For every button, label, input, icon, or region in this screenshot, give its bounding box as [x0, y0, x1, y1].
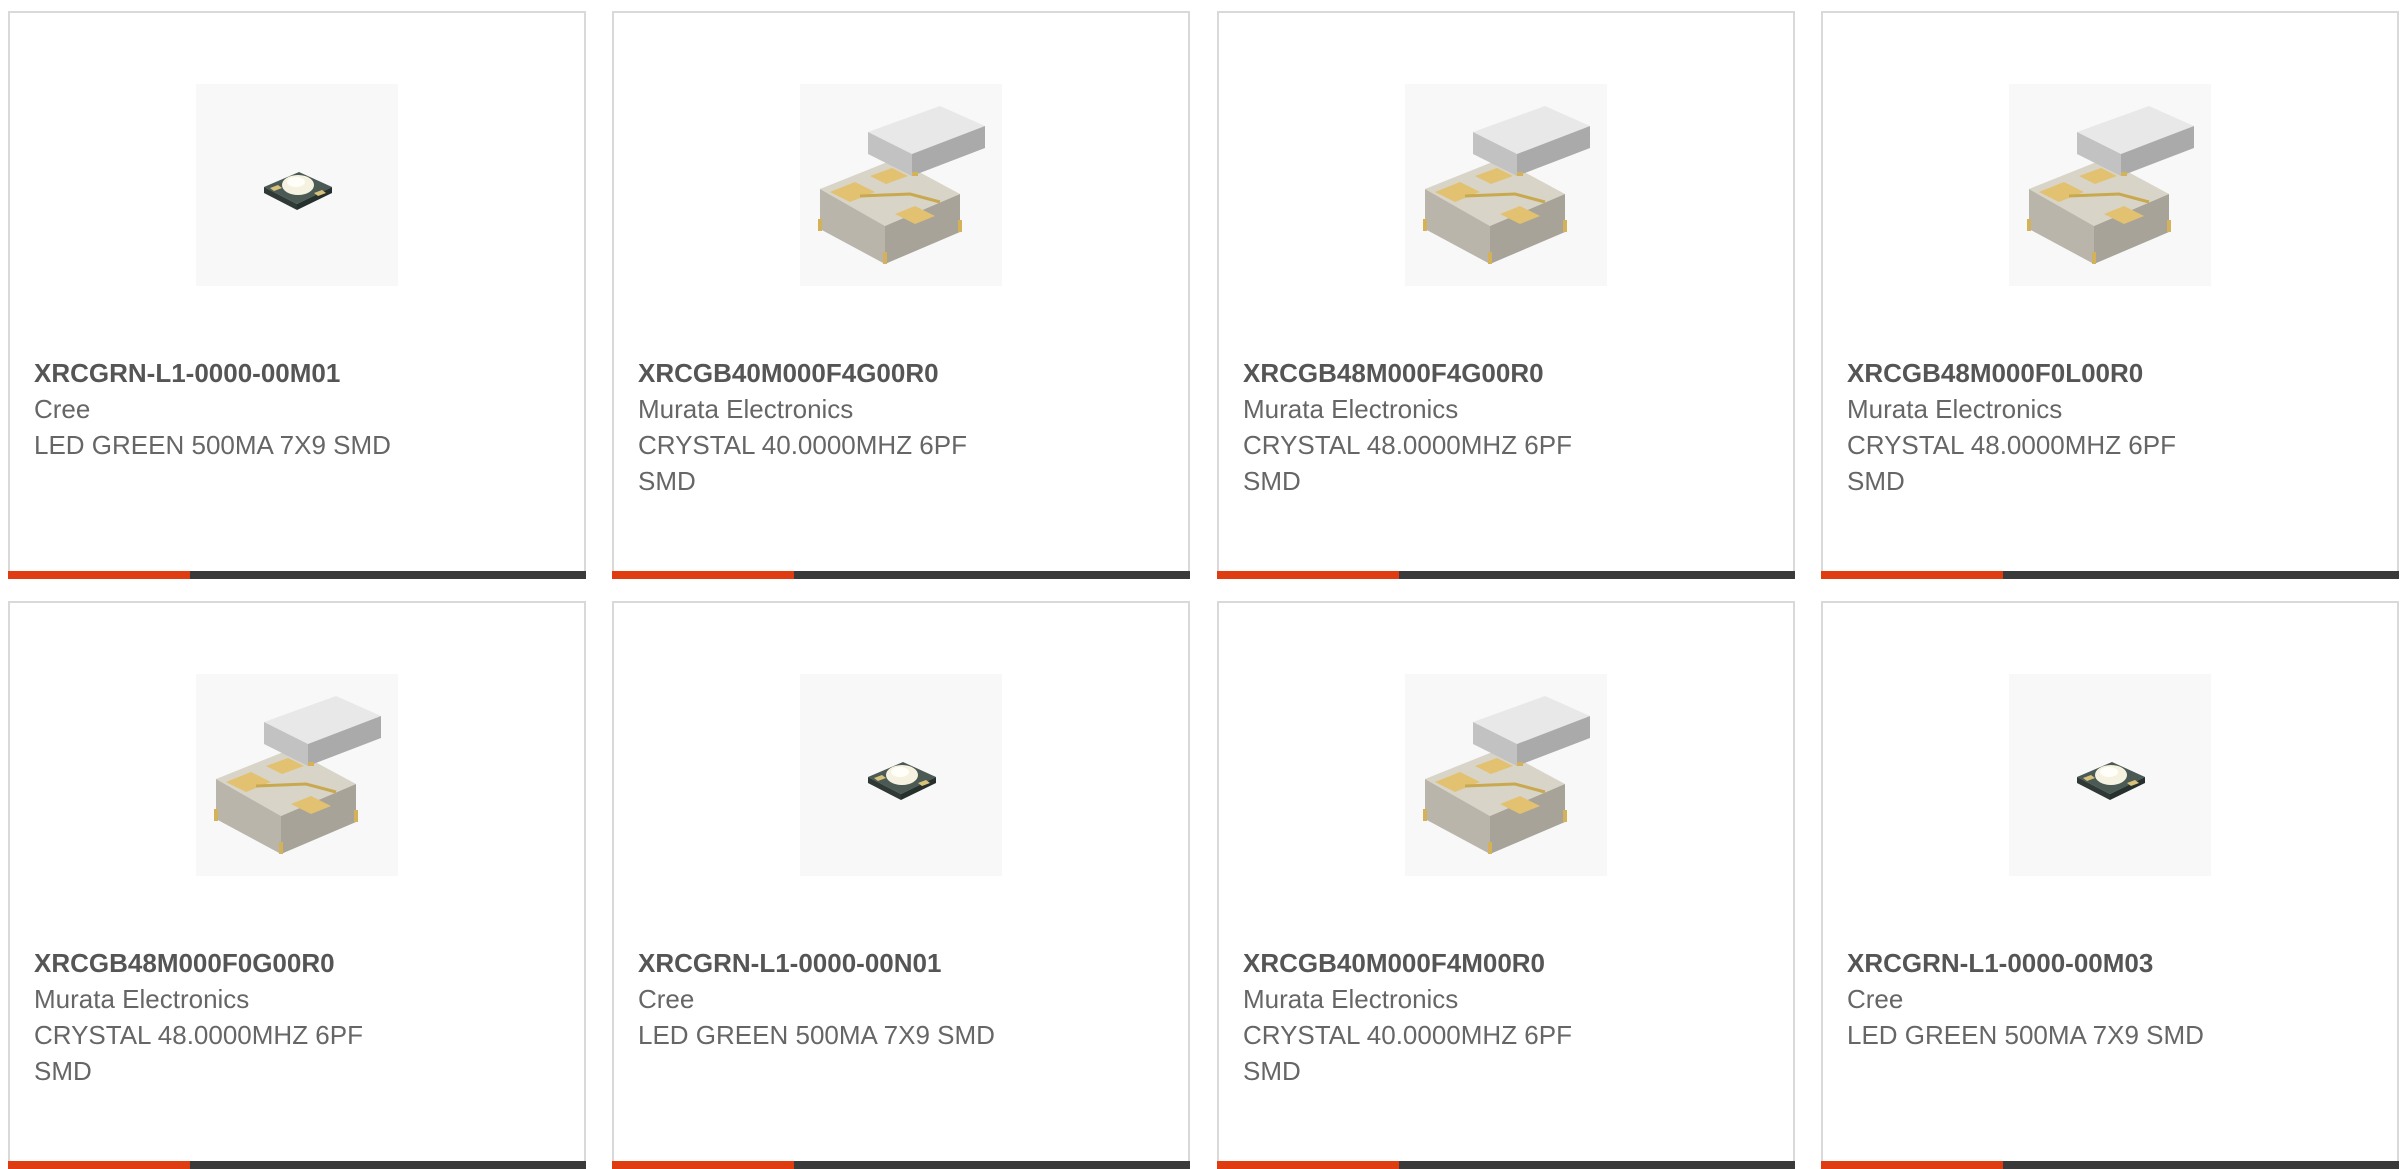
led-icon[interactable]	[196, 84, 398, 286]
card-footer-bar	[8, 571, 586, 579]
product-description: LED GREEN 500MA 7X9 SMD	[638, 1020, 995, 1050]
card-accent-bar	[1821, 1161, 2003, 1169]
crystal-icon[interactable]	[1405, 674, 1607, 876]
part-number[interactable]: XRCGRN-L1-0000-00M01	[34, 355, 560, 391]
led-icon[interactable]	[2009, 674, 2211, 876]
crystal-icon[interactable]	[1405, 84, 1607, 286]
part-number[interactable]: XRCGB48M000F4G00R0	[1243, 355, 1769, 391]
part-number[interactable]: XRCGB48M000F0G00R0	[34, 945, 560, 981]
crystal-icon[interactable]	[196, 674, 398, 876]
product-info: XRCGB48M000F0L00R0 Murata Electronics CR…	[1847, 355, 2373, 499]
product-card-5[interactable]: XRCGB48M000F0G00R0 Murata Electronics CR…	[8, 601, 586, 1169]
product-info: XRCGRN-L1-0000-00M03 Cree LED GREEN 500M…	[1847, 945, 2373, 1053]
product-info: XRCGB40M000F4G00R0 Murata Electronics CR…	[638, 355, 1164, 499]
product-description: CRYSTAL 48.0000MHZ 6PF SMD	[34, 1020, 363, 1086]
product-info: XRCGB48M000F4G00R0 Murata Electronics CR…	[1243, 355, 1769, 499]
part-number[interactable]: XRCGRN-L1-0000-00N01	[638, 945, 1164, 981]
product-card-7[interactable]: XRCGB40M000F4M00R0 Murata Electronics CR…	[1217, 601, 1795, 1169]
card-footer-bar	[612, 1161, 1190, 1169]
product-description: CRYSTAL 40.0000MHZ 6PF SMD	[638, 430, 967, 496]
crystal-icon[interactable]	[800, 84, 1002, 286]
product-description: LED GREEN 500MA 7X9 SMD	[1847, 1020, 2204, 1050]
part-number[interactable]: XRCGB48M000F0L00R0	[1847, 355, 2373, 391]
led-icon[interactable]	[800, 674, 1002, 876]
manufacturer: Murata Electronics	[1243, 394, 1459, 424]
card-accent-bar	[1821, 571, 2003, 579]
card-footer-bar	[612, 571, 1190, 579]
card-footer-bar	[1821, 571, 2399, 579]
card-footer-bar	[8, 1161, 586, 1169]
manufacturer: Murata Electronics	[638, 394, 854, 424]
product-card-4[interactable]: XRCGB48M000F0L00R0 Murata Electronics CR…	[1821, 11, 2399, 579]
part-number[interactable]: XRCGB40M000F4M00R0	[1243, 945, 1769, 981]
card-footer-bar	[1217, 571, 1795, 579]
product-grid: XRCGRN-L1-0000-00M01 Cree LED GREEN 500M…	[0, 0, 2400, 1169]
product-description: CRYSTAL 40.0000MHZ 6PF SMD	[1243, 1020, 1572, 1086]
product-card-6[interactable]: XRCGRN-L1-0000-00N01 Cree LED GREEN 500M…	[612, 601, 1190, 1169]
product-description: CRYSTAL 48.0000MHZ 6PF SMD	[1847, 430, 2176, 496]
product-card-3[interactable]: XRCGB48M000F4G00R0 Murata Electronics CR…	[1217, 11, 1795, 579]
manufacturer: Murata Electronics	[34, 984, 250, 1014]
card-accent-bar	[1217, 571, 1399, 579]
card-accent-bar	[8, 1161, 190, 1169]
part-number[interactable]: XRCGRN-L1-0000-00M03	[1847, 945, 2373, 981]
product-description: CRYSTAL 48.0000MHZ 6PF SMD	[1243, 430, 1572, 496]
product-info: XRCGB40M000F4M00R0 Murata Electronics CR…	[1243, 945, 1769, 1089]
manufacturer: Murata Electronics	[1243, 984, 1459, 1014]
crystal-icon[interactable]	[2009, 84, 2211, 286]
product-card-8[interactable]: XRCGRN-L1-0000-00M03 Cree LED GREEN 500M…	[1821, 601, 2399, 1169]
product-card-1[interactable]: XRCGRN-L1-0000-00M01 Cree LED GREEN 500M…	[8, 11, 586, 579]
product-info: XRCGRN-L1-0000-00M01 Cree LED GREEN 500M…	[34, 355, 560, 463]
card-accent-bar	[612, 571, 794, 579]
part-number[interactable]: XRCGB40M000F4G00R0	[638, 355, 1164, 391]
card-accent-bar	[1217, 1161, 1399, 1169]
product-info: XRCGRN-L1-0000-00N01 Cree LED GREEN 500M…	[638, 945, 1164, 1053]
product-description: LED GREEN 500MA 7X9 SMD	[34, 430, 391, 460]
product-info: XRCGB48M000F0G00R0 Murata Electronics CR…	[34, 945, 560, 1089]
card-footer-bar	[1217, 1161, 1795, 1169]
card-footer-bar	[1821, 1161, 2399, 1169]
card-accent-bar	[8, 571, 190, 579]
manufacturer: Cree	[1847, 984, 1904, 1014]
manufacturer: Murata Electronics	[1847, 394, 2063, 424]
manufacturer: Cree	[638, 984, 695, 1014]
card-accent-bar	[612, 1161, 794, 1169]
product-card-2[interactable]: XRCGB40M000F4G00R0 Murata Electronics CR…	[612, 11, 1190, 579]
manufacturer: Cree	[34, 394, 91, 424]
